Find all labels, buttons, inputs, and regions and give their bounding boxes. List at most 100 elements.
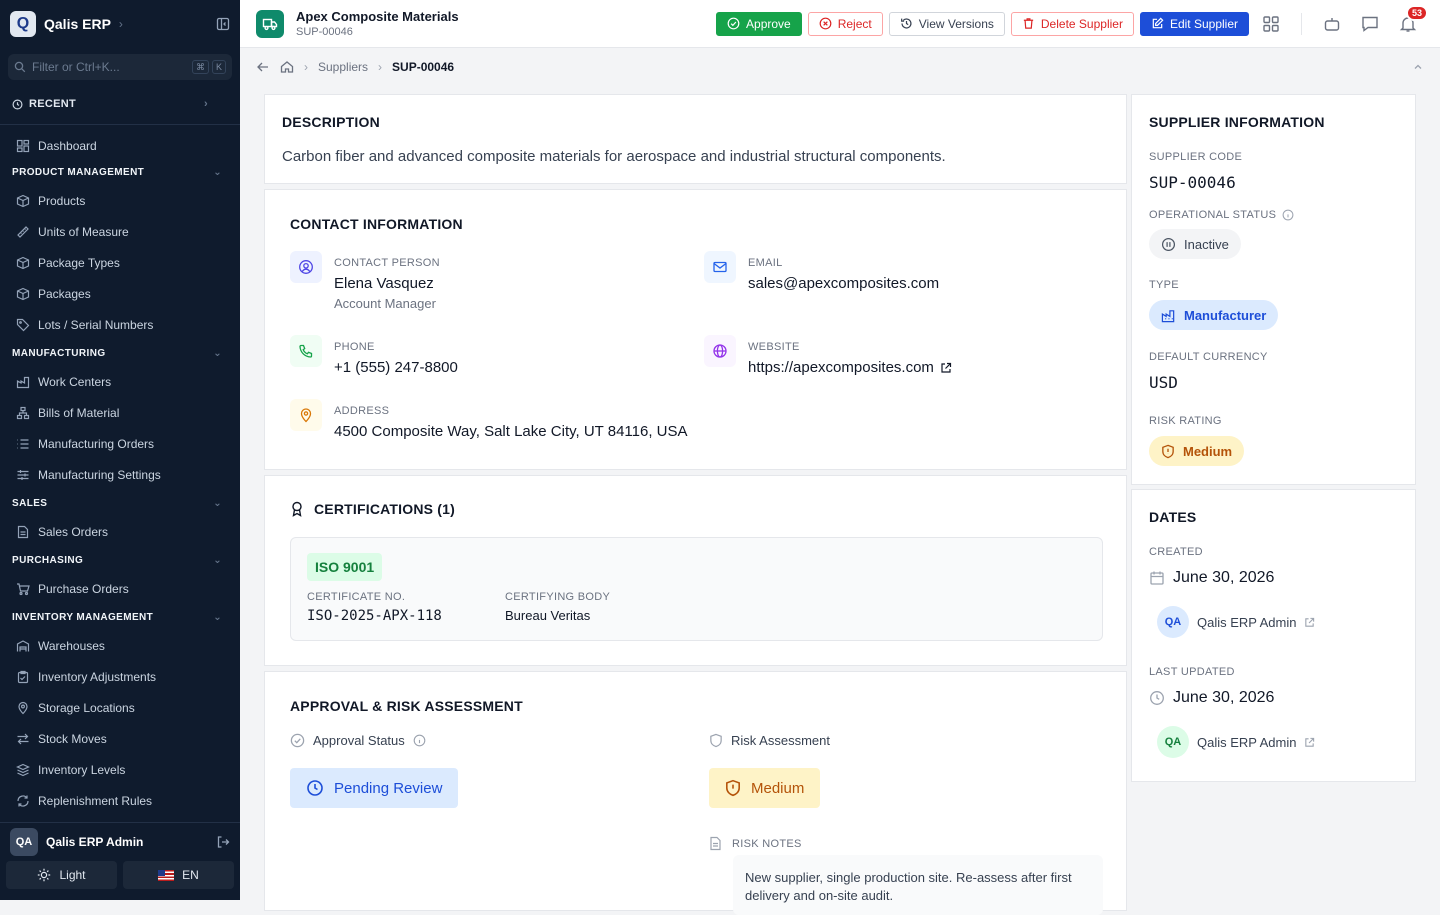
notifications-button[interactable]: 53 bbox=[1392, 4, 1428, 40]
nav-item-units-of-measure[interactable]: Units of Measure bbox=[0, 216, 240, 247]
contact-person-role: Account Manager bbox=[334, 296, 436, 311]
email-value[interactable]: sales@apexcomposites.com bbox=[748, 275, 939, 292]
certification-item[interactable]: ISO 9001 CERTIFICATE NO. ISO-2025-APX-11… bbox=[290, 537, 1103, 641]
sidebar-collapse-icon[interactable] bbox=[216, 17, 230, 31]
breadcrumb-suppliers-link[interactable]: Suppliers bbox=[318, 60, 368, 74]
nav-item-dashboard[interactable]: Dashboard bbox=[0, 133, 240, 159]
risk-notes-label: RISK NOTES bbox=[732, 837, 802, 850]
approval-status-value: Pending Review bbox=[334, 779, 443, 797]
nav-section-header[interactable]: SALES ⌄ bbox=[0, 490, 240, 516]
app-name[interactable]: Qalis ERP bbox=[44, 16, 111, 32]
sidebar-filter-input[interactable]: Filter or Ctrl+K... ⌘ K bbox=[8, 54, 232, 80]
box-icon bbox=[16, 194, 30, 207]
nav-item-package-types[interactable]: Package Types bbox=[0, 247, 240, 278]
user-row[interactable]: QA Qalis ERP Admin bbox=[0, 823, 240, 861]
back-arrow-icon[interactable] bbox=[256, 60, 270, 74]
breadcrumb-current: SUP-00046 bbox=[392, 60, 455, 74]
phone-value[interactable]: +1 (555) 247-8800 bbox=[334, 359, 458, 376]
created-by-row[interactable]: QA Qalis ERP Admin bbox=[1157, 606, 1315, 638]
theme-toggle-button[interactable]: Light bbox=[6, 861, 117, 889]
dates-heading: DATES bbox=[1149, 509, 1197, 525]
chevron-down-icon: ⌄ bbox=[213, 347, 222, 359]
phone-field: PHONE +1 (555) 247-8800 bbox=[290, 335, 458, 376]
nav-item-sales-orders[interactable]: Sales Orders bbox=[0, 516, 240, 547]
logout-icon[interactable] bbox=[216, 835, 230, 849]
approval-heading: APPROVAL & RISK ASSESSMENT bbox=[290, 698, 523, 714]
user-avatar[interactable]: QA bbox=[10, 828, 38, 856]
chevron-down-icon: ⌄ bbox=[213, 611, 222, 623]
nav-item-storage-locations[interactable]: Storage Locations bbox=[0, 692, 240, 723]
nav-item-stock-moves[interactable]: Stock Moves bbox=[0, 723, 240, 754]
language-button[interactable]: EN bbox=[123, 861, 234, 889]
external-link-icon[interactable] bbox=[940, 362, 952, 374]
nav-item-inventory-adjustments[interactable]: Inventory Adjustments bbox=[0, 661, 240, 692]
filter-placeholder: Filter or Ctrl+K... bbox=[32, 60, 120, 74]
certification-name-badge: ISO 9001 bbox=[307, 553, 383, 581]
nav-item-replenishment-rules[interactable]: Replenishment Rules bbox=[0, 785, 240, 816]
supplier-information-card: SUPPLIER INFORMATION SUPPLIER CODE SUP-0… bbox=[1131, 94, 1416, 485]
factory-icon bbox=[16, 376, 30, 388]
cart-icon bbox=[17, 582, 30, 595]
nav-item-warehouses[interactable]: Warehouses bbox=[0, 630, 240, 661]
recent-toggle[interactable]: RECENT › bbox=[0, 90, 240, 118]
edit-supplier-button[interactable]: Edit Supplier bbox=[1139, 11, 1249, 36]
chevron-right-icon[interactable]: › bbox=[119, 17, 123, 31]
operational-status-label-row: OPERATIONAL STATUS bbox=[1149, 209, 1294, 221]
info-icon[interactable] bbox=[413, 734, 426, 747]
nav-label: Replenishment Rules bbox=[38, 793, 153, 808]
footer-buttons: Light EN bbox=[0, 861, 240, 889]
sliders-icon bbox=[17, 469, 29, 480]
chevron-up-icon[interactable] bbox=[1412, 61, 1424, 73]
app-logo[interactable]: Q bbox=[10, 11, 36, 37]
nav-item-purchase-orders[interactable]: Purchase Orders bbox=[0, 573, 240, 604]
certifications-header: CERTIFICATIONS (1) bbox=[290, 501, 455, 517]
nav-section-header[interactable]: MANUFACTURING ⌄ bbox=[0, 340, 240, 366]
created-by-avatar: QA bbox=[1157, 606, 1189, 638]
approval-risk-card: APPROVAL & RISK ASSESSMENT Approval Stat… bbox=[264, 671, 1127, 915]
user-name[interactable]: Qalis ERP Admin bbox=[46, 835, 143, 849]
apps-grid-icon[interactable] bbox=[1255, 8, 1287, 40]
nav-item-products[interactable]: Products bbox=[0, 185, 240, 216]
nav-section-header[interactable]: INVENTORY MANAGEMENT ⌄ bbox=[0, 604, 240, 630]
nav-section-header[interactable]: PRODUCT MANAGEMENT ⌄ bbox=[0, 159, 240, 185]
reject-button[interactable]: Reject bbox=[807, 11, 883, 36]
nav-item-work-centers[interactable]: Work Centers bbox=[0, 366, 240, 397]
nav-sections: PRODUCT MANAGEMENT ⌄ Products Units of Meas… bbox=[0, 159, 240, 816]
nav-item-lots-serial-numbers[interactable]: Lots / Serial Numbers bbox=[0, 309, 240, 340]
history-icon bbox=[900, 18, 912, 29]
arrows-icon bbox=[17, 733, 29, 744]
nav-item-bills-of-material[interactable]: Bills of Material bbox=[0, 397, 240, 428]
certifying-body-value: Bureau Veritas bbox=[505, 608, 591, 623]
chat-icon[interactable] bbox=[1354, 8, 1386, 40]
external-link-icon[interactable] bbox=[1304, 617, 1315, 628]
risk-notes-box: New supplier, single production site. Re… bbox=[733, 855, 1103, 915]
type-label: TYPE bbox=[1149, 279, 1179, 291]
risk-assessment-value: Medium bbox=[751, 779, 805, 797]
pin-icon bbox=[18, 701, 28, 714]
nav-item-inventory-levels[interactable]: Inventory Levels bbox=[0, 754, 240, 785]
approve-button[interactable]: Approve bbox=[716, 11, 802, 36]
info-icon[interactable] bbox=[1282, 209, 1294, 221]
certifications-card: CERTIFICATIONS (1) ISO 9001 CERTIFICATE … bbox=[264, 475, 1127, 666]
created-label: CREATED bbox=[1149, 546, 1203, 558]
nav-item-packages[interactable]: Packages bbox=[0, 278, 240, 309]
nav-label: Package Types bbox=[38, 255, 120, 270]
home-icon[interactable] bbox=[280, 60, 294, 74]
refresh-icon bbox=[17, 794, 29, 807]
view-versions-button[interactable]: View Versions bbox=[888, 11, 1005, 36]
delete-supplier-button[interactable]: Delete Supplier bbox=[1010, 11, 1134, 36]
external-link-icon[interactable] bbox=[1304, 737, 1315, 748]
box-icon bbox=[16, 287, 30, 300]
nav-label: Packages bbox=[38, 286, 91, 301]
bot-icon[interactable] bbox=[1316, 8, 1348, 40]
supplier-info-heading: SUPPLIER INFORMATION bbox=[1149, 114, 1325, 130]
website-link[interactable]: https://apexcomposites.com bbox=[748, 359, 934, 376]
check-circle-icon bbox=[290, 733, 305, 748]
nav-item-manufacturing-settings[interactable]: Manufacturing Settings bbox=[0, 459, 240, 490]
nav-item-manufacturing-orders[interactable]: Manufacturing Orders bbox=[0, 428, 240, 459]
nav-section-title: INVENTORY MANAGEMENT bbox=[12, 611, 154, 623]
nav-section-header[interactable]: PURCHASING ⌄ bbox=[0, 547, 240, 573]
updated-by-row[interactable]: QA Qalis ERP Admin bbox=[1157, 726, 1315, 758]
chevron-down-icon: ⌄ bbox=[213, 497, 222, 509]
clock-icon bbox=[1150, 691, 1164, 705]
